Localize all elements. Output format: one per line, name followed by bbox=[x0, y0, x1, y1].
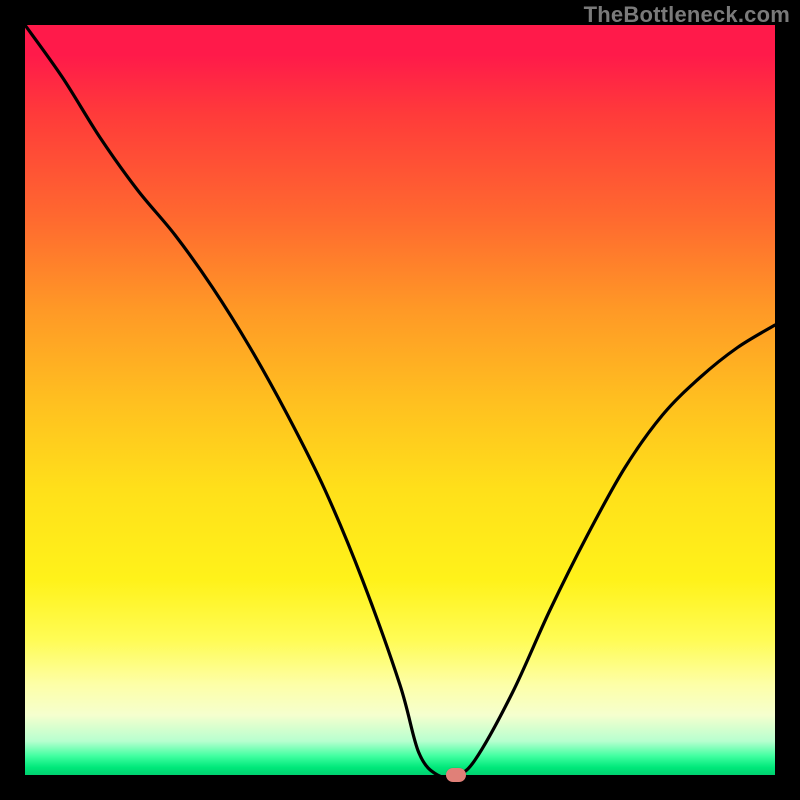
optimal-point-marker bbox=[446, 768, 466, 782]
bottleneck-curve bbox=[25, 25, 775, 775]
curve-path bbox=[25, 25, 775, 777]
chart-area bbox=[25, 25, 775, 775]
